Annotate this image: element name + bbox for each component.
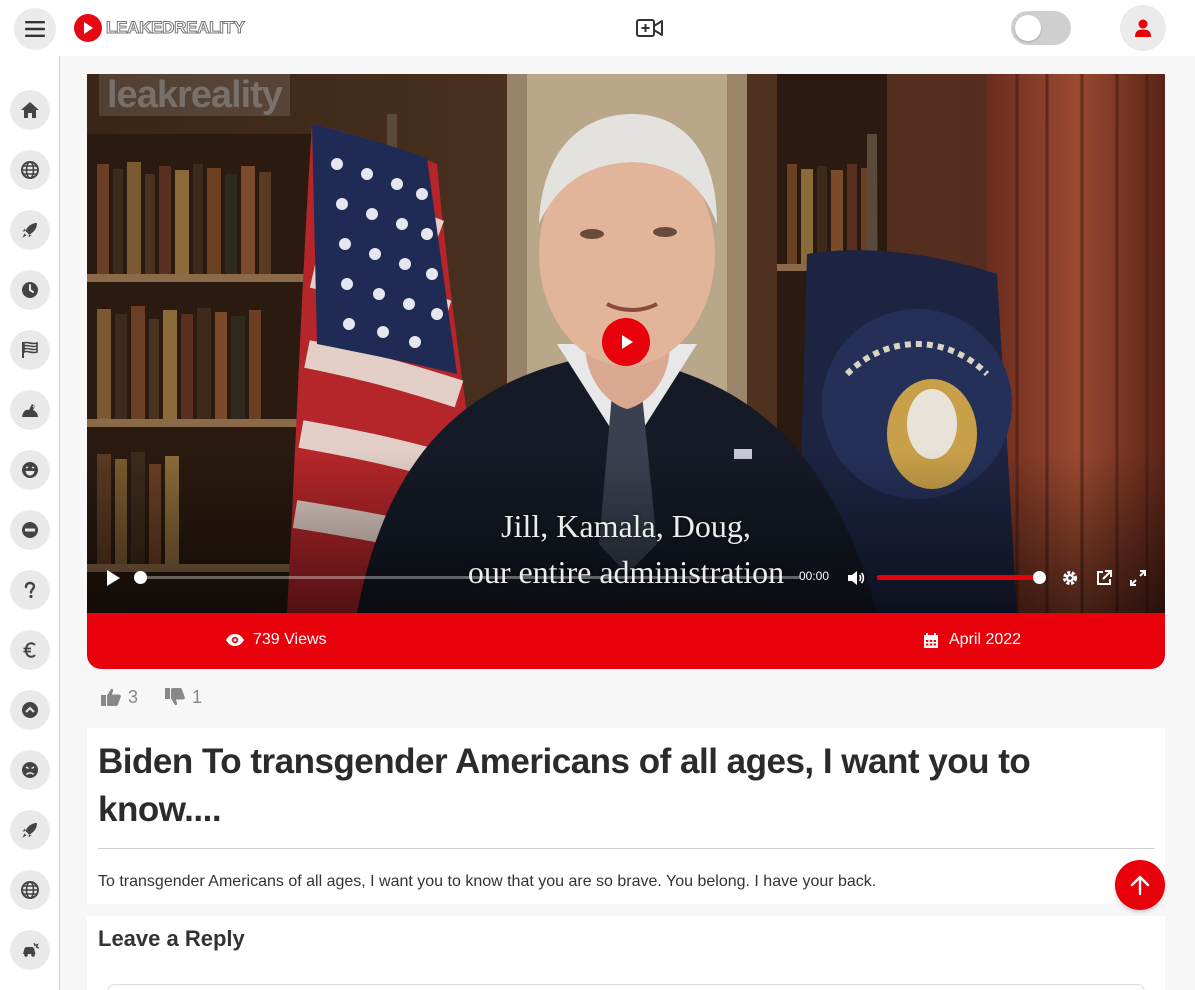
- arrow-up-icon: [1130, 875, 1150, 896]
- rocket-icon: [22, 223, 37, 238]
- article-card: Biden To transgender Americans of all ag…: [87, 728, 1165, 904]
- video-player[interactable]: leakreality Jill, Kamala, Doug, our enti…: [87, 74, 1165, 613]
- user-icon: [1135, 19, 1151, 37]
- rating-row: 3 1: [100, 684, 228, 710]
- sidebar-item-animals[interactable]: [10, 390, 50, 430]
- eye-icon: [226, 634, 244, 646]
- play-control-icon[interactable]: [104, 569, 122, 587]
- thumbs-down-icon: [165, 688, 185, 706]
- progress-handle[interactable]: [134, 571, 147, 584]
- sidebar-item-angry[interactable]: [10, 750, 50, 790]
- time-display: 00:00: [799, 569, 830, 583]
- sidebar-item-trending[interactable]: [10, 210, 50, 250]
- video-info-bar: 739 Views April 2022: [87, 613, 1165, 669]
- page-title: Biden To transgender Americans of all ag…: [98, 742, 1031, 829]
- menu-button[interactable]: [14, 8, 56, 50]
- top-header: LEAKEDREALITY: [0, 0, 1195, 56]
- date-text: April 2022: [949, 631, 1022, 648]
- globe-icon: [21, 881, 39, 899]
- article-description: To transgender Americans of all ages, I …: [98, 873, 877, 890]
- car-crash-icon: [23, 942, 40, 957]
- progress-bar[interactable]: [140, 576, 800, 579]
- fullscreen-icon[interactable]: [1129, 569, 1147, 587]
- laughing-face-icon: [22, 462, 38, 478]
- sidebar-item-recent[interactable]: [10, 270, 50, 310]
- scroll-to-top-button[interactable]: [1115, 860, 1165, 910]
- dark-mode-toggle[interactable]: [1011, 11, 1071, 45]
- home-icon: [21, 102, 39, 118]
- sidebar-item-questions[interactable]: [10, 570, 50, 610]
- divider: [98, 848, 1155, 849]
- sidebar-item-blocked[interactable]: [10, 510, 50, 550]
- like-button[interactable]: 3: [100, 687, 138, 708]
- clock-icon: [22, 282, 38, 298]
- user-account-button[interactable]: [1120, 5, 1166, 51]
- left-sidebar: [0, 56, 60, 990]
- flag-icon: [22, 341, 38, 358]
- reply-heading: Leave a Reply: [98, 926, 245, 951]
- volume-handle[interactable]: [1033, 571, 1046, 584]
- hamburger-icon: [25, 21, 45, 37]
- comment-textarea[interactable]: [107, 984, 1145, 990]
- sidebar-item-funny[interactable]: [10, 450, 50, 490]
- sidebar-item-accidents[interactable]: [10, 930, 50, 970]
- upload-video-icon[interactable]: [635, 15, 665, 41]
- calendar-icon: [924, 632, 938, 648]
- globe-icon: [21, 161, 39, 179]
- euro-icon: [23, 642, 36, 658]
- video-caption-line1: Jill, Kamala, Doug,: [501, 508, 751, 544]
- popout-icon[interactable]: [1095, 569, 1113, 587]
- sidebar-item-global[interactable]: [10, 870, 50, 910]
- question-icon: [24, 581, 36, 599]
- dislike-button[interactable]: 1: [164, 687, 202, 708]
- dislike-count: 1: [192, 686, 203, 707]
- crocodile-icon: [22, 404, 38, 417]
- views-count: 739 Views: [225, 631, 327, 649]
- sidebar-item-launch[interactable]: [10, 810, 50, 850]
- play-button-large[interactable]: [602, 318, 650, 366]
- logo-text: LEAKEDREALITY: [106, 18, 246, 38]
- upload-date: April 2022: [923, 631, 1021, 649]
- video-controls: 00:00: [87, 564, 1165, 604]
- site-logo[interactable]: LEAKEDREALITY: [74, 14, 246, 42]
- views-text: 739 Views: [253, 631, 327, 648]
- toggle-knob: [1015, 15, 1041, 41]
- sidebar-item-home[interactable]: [10, 90, 50, 130]
- reply-section: Leave a Reply: [87, 916, 1165, 990]
- settings-gear-icon[interactable]: [1061, 569, 1079, 587]
- video-card: leakreality Jill, Kamala, Doug, our enti…: [87, 74, 1165, 669]
- sidebar-item-money[interactable]: [10, 630, 50, 670]
- rocket-icon: [22, 823, 37, 838]
- sidebar-item-world[interactable]: [10, 150, 50, 190]
- volume-icon[interactable]: [846, 569, 866, 587]
- play-icon: [622, 335, 633, 349]
- minus-circle-icon: [22, 522, 38, 538]
- like-count: 3: [128, 686, 139, 707]
- sidebar-item-top[interactable]: [10, 690, 50, 730]
- volume-slider[interactable]: [877, 575, 1040, 580]
- thumbs-up-icon: [101, 688, 121, 706]
- chevron-up-circle-icon: [22, 702, 38, 718]
- sidebar-item-flag[interactable]: [10, 330, 50, 370]
- video-watermark: leakreality: [99, 74, 290, 116]
- angry-face-icon: [22, 762, 38, 778]
- play-logo-icon: [74, 14, 102, 42]
